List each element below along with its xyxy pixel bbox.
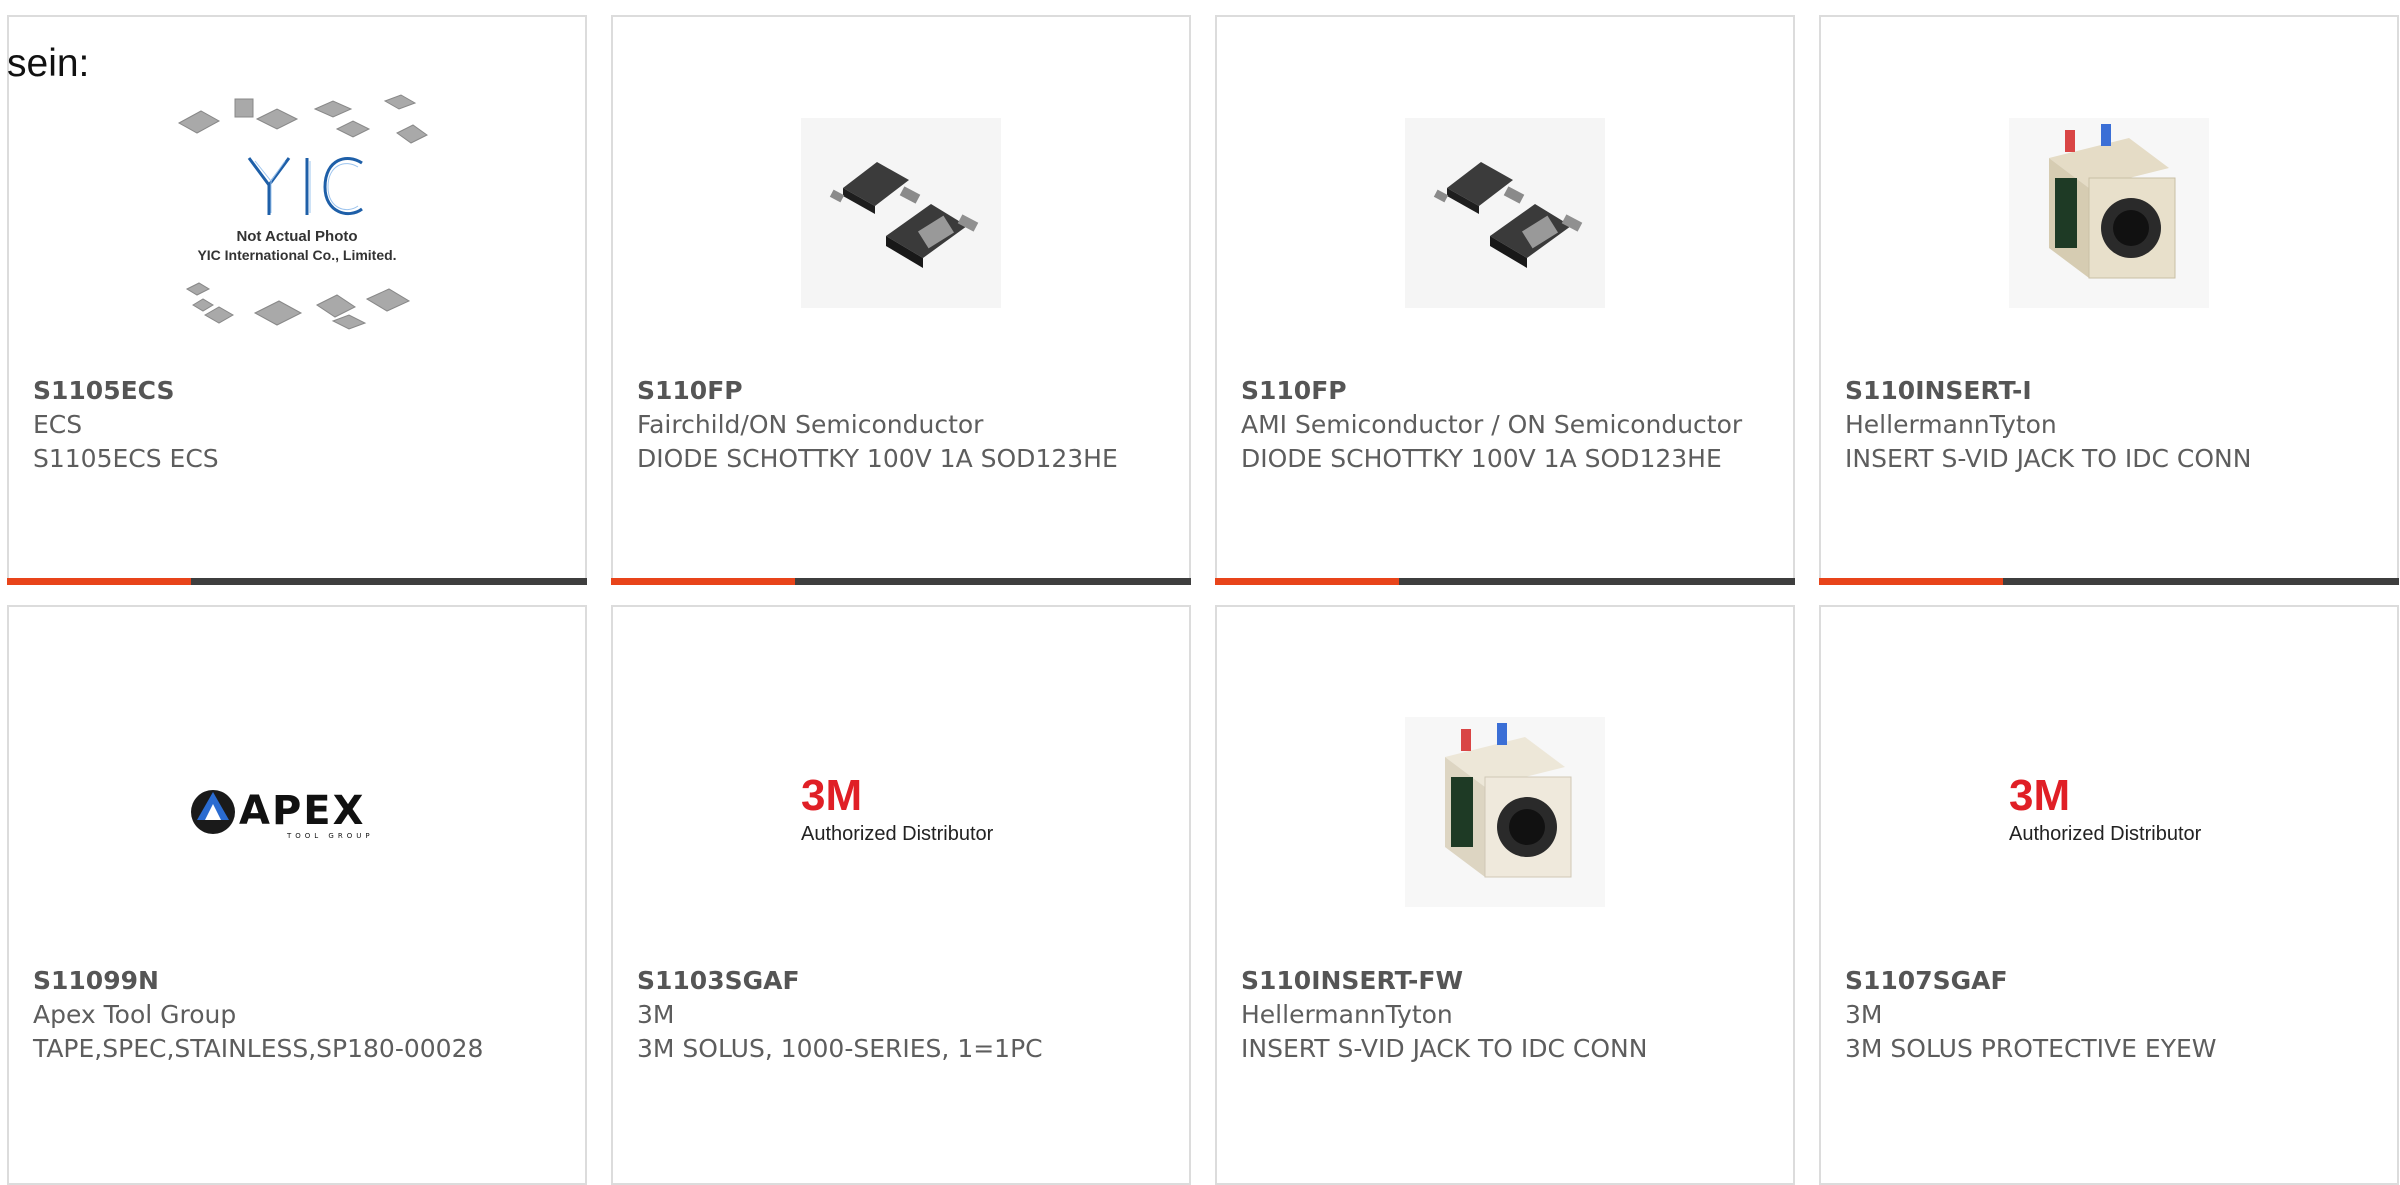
card-bar	[7, 578, 587, 585]
product-image[interactable]: Not Actual Photo YIC International Co., …	[9, 85, 585, 340]
product-card[interactable]: S110INSERT-FW HellermannTyton INSERT S-V…	[1215, 605, 1795, 1185]
product-info: S1107SGAF 3M 3M SOLUS PROTECTIVE EYEW	[1845, 964, 2383, 1066]
product-image[interactable]: APEX TOOL GROUP	[9, 684, 585, 939]
manufacturer: 3M	[637, 1000, 675, 1029]
part-number-link[interactable]: S110INSERT-I	[1845, 374, 2383, 408]
description: INSERT S-VID JACK TO IDC CONN	[1845, 444, 2252, 473]
product-info: S1105ECS ECS S1105ECS ECS	[33, 374, 571, 476]
manufacturer: ECS	[33, 410, 83, 439]
3m-logo-text: 3M	[2009, 772, 2070, 820]
yic-company-label: YIC International Co., Limited.	[197, 247, 396, 263]
product-card[interactable]: S110FP Fairchild/ON Semiconductor DIODE …	[611, 15, 1191, 585]
apex-tool-group-logo: APEX TOOL GROUP	[191, 788, 374, 840]
product-card[interactable]: S110INSERT-I HellermannTyton INSERT S-VI…	[1819, 15, 2399, 585]
authorized-distributor-text: Authorized Distributor	[801, 823, 994, 845]
lead-text: sein:	[7, 42, 90, 85]
product-info: S1103SGAF 3M 3M SOLUS, 1000-SERIES, 1=1P…	[637, 964, 1175, 1066]
product-image[interactable]: 3M Authorized Distributor	[613, 684, 1189, 939]
card-bar	[1215, 578, 1795, 585]
product-image[interactable]: 3M Authorized Distributor	[1821, 684, 2397, 939]
description: S1105ECS ECS	[33, 444, 219, 473]
description: DIODE SCHOTTKY 100V 1A SOD123HE	[1241, 444, 1722, 473]
description: DIODE SCHOTTKY 100V 1A SOD123HE	[637, 444, 1118, 473]
manufacturer: Fairchild/ON Semiconductor	[637, 410, 984, 439]
product-card[interactable]: 3M Authorized Distributor S1103SGAF 3M 3…	[611, 605, 1191, 1185]
description: TAPE,SPEC,STAINLESS,SP180-00028	[33, 1034, 484, 1063]
description: INSERT S-VID JACK TO IDC CONN	[1241, 1034, 1648, 1063]
3m-authorized-distributor-logo: 3M Authorized Distributor	[801, 772, 994, 845]
card-bar	[611, 578, 1191, 585]
sod123-diode-photo	[801, 117, 1001, 308]
manufacturer: HellermannTyton	[1845, 410, 2057, 439]
part-number-link[interactable]: S110FP	[637, 374, 1175, 408]
3m-authorized-distributor-logo: 3M Authorized Distributor	[2009, 772, 2202, 845]
manufacturer: 3M	[1845, 1000, 1883, 1029]
product-info: S110FP Fairchild/ON Semiconductor DIODE …	[637, 374, 1175, 476]
product-info: S110FP AMI Semiconductor / ON Semiconduc…	[1241, 374, 1779, 476]
not-actual-photo-label: Not Actual Photo	[236, 228, 357, 245]
product-image[interactable]	[1217, 85, 1793, 340]
product-card[interactable]: APEX TOOL GROUP S11099N Apex Tool Group …	[7, 605, 587, 1185]
part-number-link[interactable]: S1103SGAF	[637, 964, 1175, 998]
product-info: S11099N Apex Tool Group TAPE,SPEC,STAINL…	[33, 964, 571, 1066]
description: 3M SOLUS PROTECTIVE EYEW	[1845, 1034, 2217, 1063]
description: 3M SOLUS, 1000-SERIES, 1=1PC	[637, 1034, 1043, 1063]
card-bar	[1819, 578, 2399, 585]
card-bar-accent	[611, 578, 795, 585]
apex-logo-text: APEX	[239, 788, 365, 834]
card-bar-accent	[7, 578, 191, 585]
part-number-link[interactable]: S110INSERT-FW	[1241, 964, 1779, 998]
manufacturer: AMI Semiconductor / ON Semiconductor	[1241, 410, 1743, 439]
card-bar-accent	[1819, 578, 2003, 585]
card-bar-accent	[1215, 578, 1399, 585]
manufacturer: HellermannTyton	[1241, 1000, 1453, 1029]
part-number-link[interactable]: S11099N	[33, 964, 571, 998]
part-number-link[interactable]: S1105ECS	[33, 374, 571, 408]
product-card[interactable]: 3M Authorized Distributor S1107SGAF 3M 3…	[1819, 605, 2399, 1185]
product-image[interactable]	[1821, 85, 2397, 340]
sod123-diode-photo	[1405, 117, 1605, 308]
product-image[interactable]	[613, 85, 1189, 340]
product-card[interactable]: Not Actual Photo YIC International Co., …	[7, 15, 587, 585]
product-image[interactable]	[1217, 684, 1793, 939]
product-info: S110INSERT-FW HellermannTyton INSERT S-V…	[1241, 964, 1779, 1066]
svideo-jack-insert-photo	[1405, 716, 1605, 907]
not-actual-photo-image: Not Actual Photo YIC International Co., …	[177, 93, 428, 330]
manufacturer: Apex Tool Group	[33, 1000, 237, 1029]
3m-logo-text: 3M	[801, 772, 862, 820]
part-number-link[interactable]: S110FP	[1241, 374, 1779, 408]
product-info: S110INSERT-I HellermannTyton INSERT S-VI…	[1845, 374, 2383, 476]
authorized-distributor-text: Authorized Distributor	[2009, 823, 2202, 845]
part-number-link[interactable]: S1107SGAF	[1845, 964, 2383, 998]
product-card[interactable]: S110FP AMI Semiconductor / ON Semiconduc…	[1215, 15, 1795, 585]
svideo-jack-insert-photo	[2009, 117, 2209, 308]
apex-logo-subtext: TOOL GROUP	[286, 832, 374, 840]
